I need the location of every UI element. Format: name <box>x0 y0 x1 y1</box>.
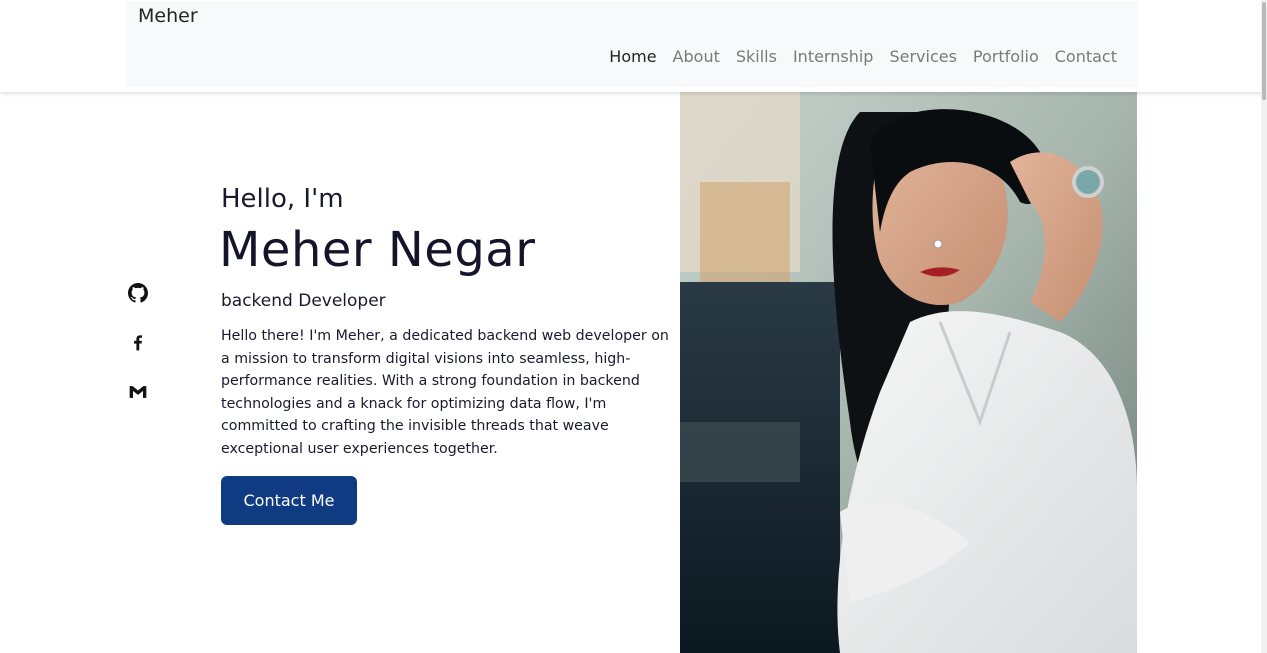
nav-link-skills[interactable]: Skills <box>736 47 777 66</box>
navbar: Meher Home About Skills Internship Servi… <box>126 1 1137 87</box>
nav-link-contact[interactable]: Contact <box>1055 47 1117 66</box>
hero-bio: Hello there! I'm Meher, a dedicated back… <box>221 328 669 457</box>
page-scrollbar[interactable] <box>1261 0 1267 653</box>
profile-photo <box>680 92 1137 653</box>
facebook-link[interactable] <box>127 331 149 353</box>
hero-name: Meher Negar <box>219 222 536 278</box>
nav-link-internship[interactable]: Internship <box>793 47 874 66</box>
nav-link-about[interactable]: About <box>673 47 720 66</box>
brand-logo[interactable]: Meher <box>138 5 198 27</box>
github-icon <box>128 283 148 303</box>
contact-me-button[interactable]: Contact Me <box>221 476 357 525</box>
nav-links: Home About Skills Internship Services Po… <box>609 47 1117 66</box>
nav-link-portfolio[interactable]: Portfolio <box>973 47 1039 66</box>
gmail-link[interactable] <box>127 381 149 403</box>
github-link[interactable] <box>127 282 149 304</box>
hero-role: backend Developer <box>221 291 386 311</box>
gmail-icon <box>129 386 147 398</box>
nav-link-home[interactable]: Home <box>609 47 656 66</box>
hero-greeting: Hello, I'm <box>221 184 344 214</box>
header-bar: Meher Home About Skills Internship Servi… <box>0 0 1267 92</box>
scrollbar-thumb[interactable] <box>1262 2 1266 100</box>
facebook-icon <box>134 335 142 351</box>
nav-link-services[interactable]: Services <box>889 47 956 66</box>
